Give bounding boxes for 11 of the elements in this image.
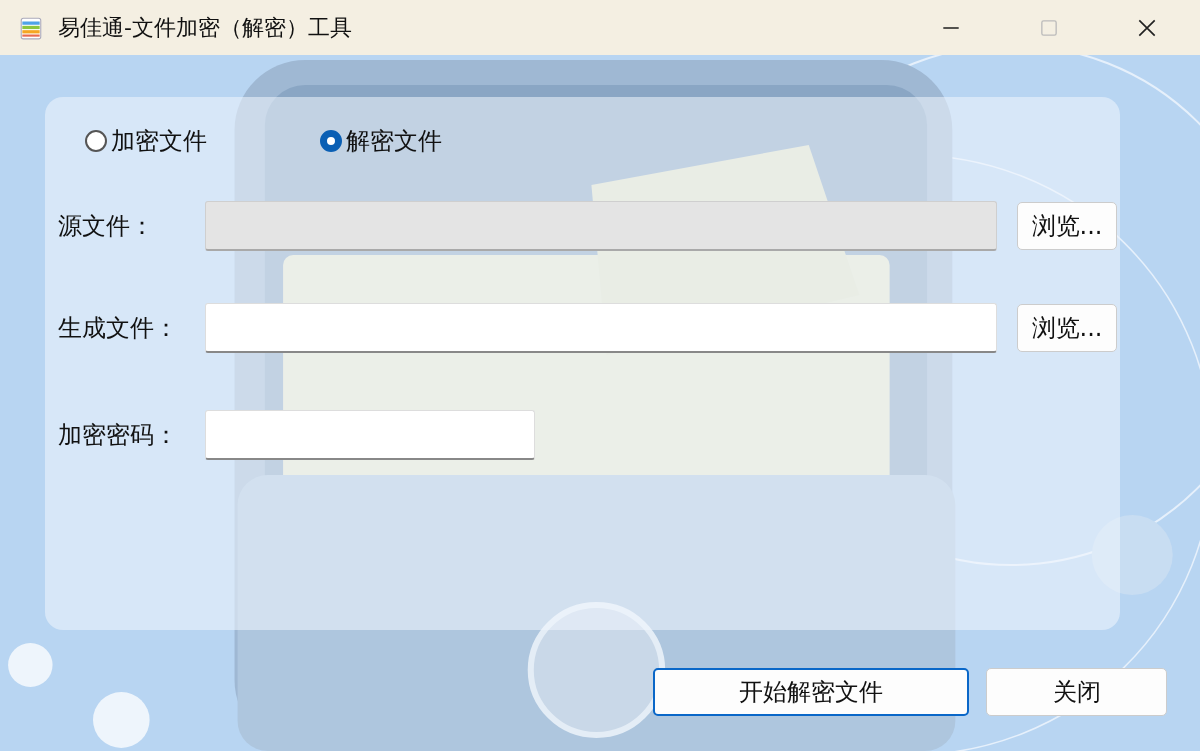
path-field[interactable]	[205, 303, 997, 353]
close-button[interactable]: 关闭	[986, 668, 1167, 716]
start-button[interactable]: 开始解密文件	[653, 668, 969, 716]
field-label: 源文件：	[58, 211, 155, 242]
mode-radio[interactable]: 加密文件	[85, 125, 207, 157]
field-label: 生成文件：	[58, 313, 179, 344]
window-title: 易佳通-文件加密（解密）工具	[58, 13, 352, 42]
mode-radio[interactable]: 解密文件	[320, 125, 442, 157]
field-label: 加密密码：	[58, 420, 179, 451]
password-field[interactable]	[205, 410, 535, 460]
browse-button[interactable]: 浏览...	[1017, 304, 1117, 352]
